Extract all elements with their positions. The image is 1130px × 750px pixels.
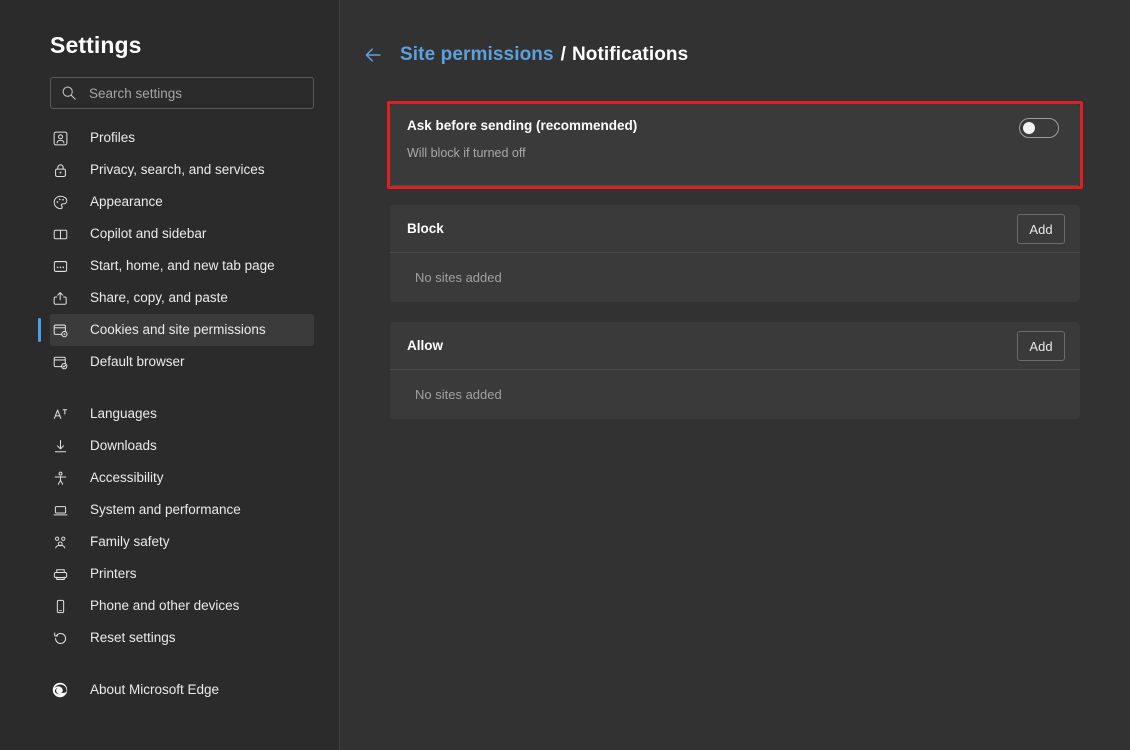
laptop-icon	[50, 500, 70, 520]
sidebar-item-label: Downloads	[90, 439, 157, 453]
allow-card-body: No sites added	[390, 370, 1080, 418]
sidebar-item-label: About Microsoft Edge	[90, 683, 219, 697]
sidebar-item-copilot-and-sidebar[interactable]: Copilot and sidebar	[50, 218, 314, 250]
sidebar-item-downloads[interactable]: Downloads	[50, 430, 314, 462]
ask-before-sending-toggle[interactable]	[1019, 118, 1059, 138]
profile-icon	[50, 128, 70, 148]
sidebar-item-about-microsoft-edge[interactable]: About Microsoft Edge	[50, 674, 314, 706]
sidebar-item-system-and-performance[interactable]: System and performance	[50, 494, 314, 526]
ask-before-sending-title: Ask before sending (recommended)	[407, 119, 1058, 133]
ask-before-sending-subtitle: Will block if turned off	[407, 147, 1058, 160]
sidebar-nav-group-primary: Profiles Privacy, search, and services	[0, 122, 340, 378]
sidebar-item-phone-and-other-devices[interactable]: Phone and other devices	[50, 590, 314, 622]
allow-card-title: Allow	[407, 338, 443, 353]
sidebar-nav-group-about: About Microsoft Edge	[0, 674, 340, 706]
languages-icon	[50, 404, 70, 424]
search-input[interactable]	[89, 86, 303, 101]
sidebar-item-label: Appearance	[90, 195, 163, 209]
allow-add-button[interactable]: Add	[1017, 331, 1065, 361]
sidebar-item-printers[interactable]: Printers	[50, 558, 314, 590]
sidebar-item-label: Copilot and sidebar	[90, 227, 206, 241]
family-icon	[50, 532, 70, 552]
sidebar-item-default-browser[interactable]: Default browser	[50, 346, 314, 378]
sidebar-item-label: Default browser	[90, 355, 185, 369]
sidebar-item-cookies-and-site-permissions[interactable]: Cookies and site permissions	[50, 314, 314, 346]
sidebar-panel-icon	[50, 224, 70, 244]
reset-icon	[50, 628, 70, 648]
sidebar-item-label: System and performance	[90, 503, 241, 517]
block-list-card: Block Add No sites added	[390, 205, 1080, 302]
lock-icon	[50, 160, 70, 180]
sidebar-item-label: Profiles	[90, 131, 135, 145]
sidebar-item-accessibility[interactable]: Accessibility	[50, 462, 314, 494]
breadcrumb-separator: /	[561, 44, 566, 66]
palette-icon	[50, 192, 70, 212]
settings-sidebar: Settings Profiles	[0, 0, 340, 750]
sidebar-item-label: Printers	[90, 567, 137, 581]
ask-before-sending-card: Ask before sending (recommended) Will bl…	[390, 104, 1080, 186]
back-arrow-icon[interactable]	[362, 44, 384, 66]
allow-empty-text: No sites added	[415, 387, 502, 402]
sidebar-item-start-home-new-tab[interactable]: Start, home, and new tab page	[50, 250, 314, 282]
sidebar-item-label: Start, home, and new tab page	[90, 259, 275, 273]
sidebar-item-share-copy-paste[interactable]: Share, copy, and paste	[50, 282, 314, 314]
search-icon	[61, 85, 77, 101]
block-empty-text: No sites added	[415, 270, 502, 285]
sidebar-item-reset-settings[interactable]: Reset settings	[50, 622, 314, 654]
download-icon	[50, 436, 70, 456]
breadcrumb-parent-link[interactable]: Site permissions	[400, 44, 554, 66]
sidebar-item-privacy-search-services[interactable]: Privacy, search, and services	[50, 154, 314, 186]
accessibility-icon	[50, 468, 70, 488]
default-browser-icon	[50, 352, 70, 372]
sidebar-item-appearance[interactable]: Appearance	[50, 186, 314, 218]
edge-settings-window: Settings Profiles	[0, 0, 1130, 750]
printer-icon	[50, 564, 70, 584]
block-card-body: No sites added	[390, 253, 1080, 301]
sidebar-item-label: Privacy, search, and services	[90, 163, 265, 177]
share-icon	[50, 288, 70, 308]
phone-icon	[50, 596, 70, 616]
home-page-icon	[50, 256, 70, 276]
block-add-button[interactable]: Add	[1017, 214, 1065, 244]
breadcrumb-current: Notifications	[572, 44, 688, 66]
search-settings-box[interactable]	[50, 77, 314, 109]
edge-logo-icon	[50, 680, 70, 700]
sidebar-item-label: Family safety	[90, 535, 170, 549]
ask-before-sending-row: Ask before sending (recommended) Will bl…	[390, 104, 1080, 185]
toggle-knob	[1023, 122, 1035, 134]
block-card-title: Block	[407, 221, 444, 236]
site-permissions-icon	[50, 320, 70, 340]
sidebar-nav-group-secondary: Languages Downloads	[0, 398, 340, 654]
sidebar-item-label: Languages	[90, 407, 157, 421]
sidebar-item-family-safety[interactable]: Family safety	[50, 526, 314, 558]
sidebar-item-languages[interactable]: Languages	[50, 398, 314, 430]
sidebar-item-label: Phone and other devices	[90, 599, 239, 613]
sidebar-item-profiles[interactable]: Profiles	[50, 122, 314, 154]
sidebar-item-label: Share, copy, and paste	[90, 291, 228, 305]
sidebar-item-label: Cookies and site permissions	[90, 323, 266, 337]
allow-card-header: Allow Add	[390, 322, 1080, 370]
page-title: Settings	[50, 32, 142, 59]
settings-content-pane: Site permissions / Notifications Ask bef…	[340, 0, 1130, 750]
allow-list-card: Allow Add No sites added	[390, 322, 1080, 419]
breadcrumb: Site permissions / Notifications	[362, 38, 688, 72]
sidebar-item-label: Reset settings	[90, 631, 176, 645]
sidebar-item-label: Accessibility	[90, 471, 164, 485]
block-card-header: Block Add	[390, 205, 1080, 253]
